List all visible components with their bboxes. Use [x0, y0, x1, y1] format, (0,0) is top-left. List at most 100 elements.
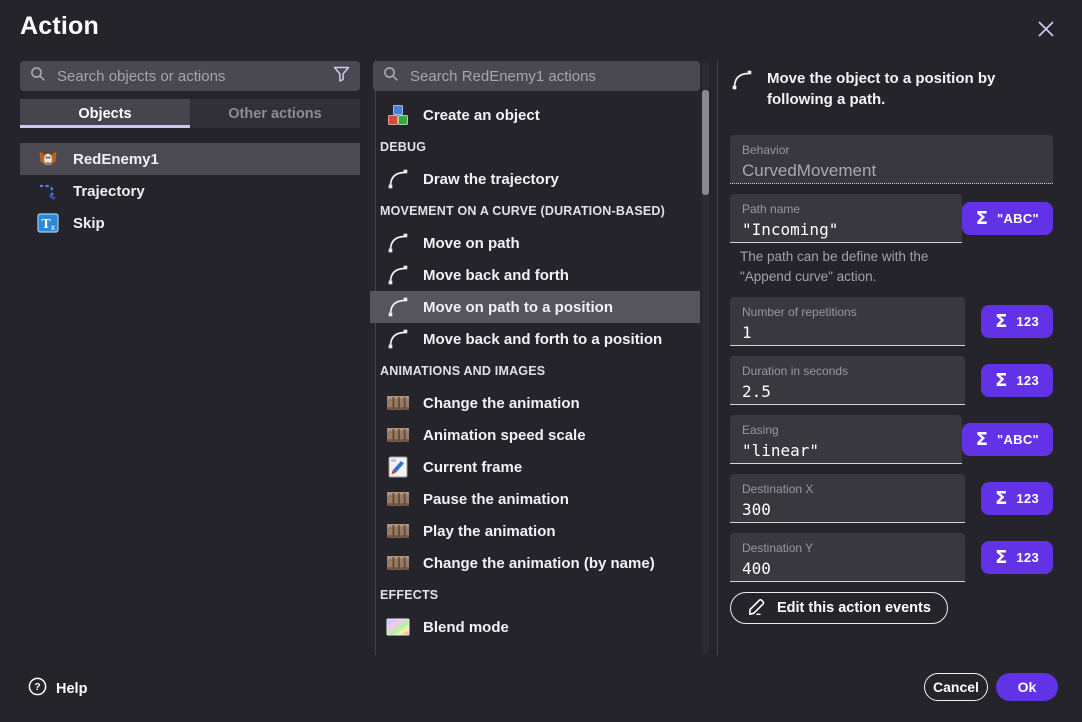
trajectory-curve-icon [36, 179, 60, 203]
frame-editor-icon [386, 455, 410, 479]
field-value[interactable]: 400 [742, 559, 953, 578]
object-row-skip[interactable]: Tx Skip [20, 207, 360, 239]
film-strip-icon [386, 391, 410, 415]
action-label: Change the animation [423, 395, 580, 412]
object-row-trajectory[interactable]: Trajectory [20, 175, 360, 207]
svg-text:?: ? [34, 681, 40, 693]
action-row[interactable]: Create an object [370, 99, 700, 131]
field-row-destination-x: Destination X 300 Σ123 [730, 474, 1053, 523]
expression-builder-button-path-name[interactable]: Σ "ABC" [962, 202, 1053, 235]
page-title: Action [20, 12, 99, 41]
field-value[interactable]: "Incoming" [742, 220, 950, 239]
action-row[interactable]: Move on path [370, 227, 700, 259]
field-duration[interactable]: Duration in seconds 2.5 [730, 356, 965, 405]
expression-builder-button-easing[interactable]: Σ "ABC" [962, 423, 1053, 456]
object-tabs: ObjectsOther actions [20, 99, 360, 128]
actions-list: Create an objectDEBUGDraw the trajectory… [370, 99, 700, 643]
help-button[interactable]: ? Help [28, 677, 87, 700]
close-button[interactable] [1033, 17, 1059, 43]
action-row[interactable]: Change the animation (by name) [370, 547, 700, 579]
expression-type-label: 123 [1016, 373, 1039, 388]
action-row[interactable]: Pause the animation [370, 483, 700, 515]
section-header: DEBUG [370, 131, 700, 163]
film-strip-icon [386, 487, 410, 511]
expression-type-label: 123 [1016, 491, 1039, 506]
field-helper-text: The path can be define with the"Append c… [740, 247, 1053, 287]
actions-search-input[interactable] [408, 67, 690, 86]
sigma-icon: Σ [976, 210, 988, 228]
tab-objects[interactable]: Objects [20, 99, 190, 128]
field-value[interactable]: 300 [742, 500, 953, 519]
expression-builder-button-repetitions[interactable]: Σ123 [981, 305, 1053, 338]
film-strip-icon [386, 423, 410, 447]
field-label: Duration in seconds [742, 364, 953, 378]
field-row-duration: Duration in seconds 2.5 Σ123 [730, 356, 1053, 405]
action-label: Current frame [423, 459, 522, 476]
parameter-fields: Behavior CurvedMovement Path name "Incoming… [730, 135, 1053, 624]
action-label: Animation speed scale [423, 427, 586, 444]
field-label: Destination Y [742, 541, 953, 555]
object-label: Trajectory [73, 183, 145, 200]
close-icon [1036, 19, 1056, 42]
field-destination-y[interactable]: Destination Y 400 [730, 533, 965, 582]
search-icon [30, 66, 46, 87]
expression-builder-button-duration[interactable]: Σ123 [981, 364, 1053, 397]
search-icon [383, 66, 399, 87]
expression-builder-button-destination-y[interactable]: Σ123 [981, 541, 1053, 574]
field-path-name[interactable]: Path name "Incoming" [730, 194, 962, 243]
svg-text:x: x [51, 223, 56, 232]
objects-search-input[interactable] [55, 67, 324, 86]
action-label: Move back and forth [423, 267, 569, 284]
action-row[interactable]: Current frame [370, 451, 700, 483]
helper-line: The path can be define with the [740, 247, 1053, 267]
field-label: Path name [742, 202, 950, 216]
filter-icon[interactable] [333, 66, 350, 87]
expression-type-label: "ABC" [997, 432, 1039, 447]
action-dialog: Action ObjectsOther actions RedEnemy1 Tra… [0, 0, 1082, 722]
tab-other-actions[interactable]: Other actions [190, 99, 360, 128]
expression-type-label: "ABC" [997, 211, 1039, 226]
bezier-curve-icon [386, 231, 410, 255]
action-row[interactable]: Move on path to a position [370, 291, 700, 323]
action-row[interactable]: Play the animation [370, 515, 700, 547]
cancel-button[interactable]: Cancel [924, 673, 988, 701]
ok-button[interactable]: Ok [996, 673, 1058, 701]
expression-type-label: 123 [1016, 314, 1039, 329]
field-repetitions[interactable]: Number of repetitions1 [730, 297, 965, 346]
objects-search-box[interactable] [20, 61, 360, 91]
object-row-redenemy1[interactable]: RedEnemy1 [20, 143, 360, 175]
action-row[interactable]: Blend mode [370, 611, 700, 643]
field-value[interactable]: 2.5 [742, 382, 953, 401]
text-object-icon: Tx [36, 211, 60, 235]
action-row[interactable]: Animation speed scale [370, 419, 700, 451]
action-label: Pause the animation [423, 491, 569, 508]
actions-search-box[interactable] [373, 61, 700, 91]
action-label: Move on path to a position [423, 299, 613, 316]
expression-type-label: 123 [1016, 550, 1039, 565]
object-label: RedEnemy1 [73, 151, 159, 168]
field-easing[interactable]: Easing"linear" [730, 415, 962, 464]
scrollbar-thumb[interactable] [702, 90, 709, 195]
object-label: Skip [73, 215, 105, 232]
action-label: Play the animation [423, 523, 556, 540]
action-row[interactable]: Change the animation [370, 387, 700, 419]
bezier-curve-icon [386, 263, 410, 287]
action-label: Move back and forth to a position [423, 331, 662, 348]
help-label: Help [56, 681, 87, 697]
field-label: Behavior [742, 143, 1041, 157]
action-row[interactable]: Move back and forth [370, 259, 700, 291]
action-row[interactable]: Move back and forth to a position [370, 323, 700, 355]
field-label: Destination X [742, 482, 953, 496]
expression-builder-button-destination-x[interactable]: Σ123 [981, 482, 1053, 515]
bezier-curve-icon [386, 327, 410, 351]
action-description: Move the object to a position by followi… [730, 68, 1056, 110]
field-value: CurvedMovement [742, 161, 1041, 180]
field-row-path-name: Path name "Incoming" Σ "ABC" [730, 194, 1053, 243]
edit-action-events-button[interactable]: Edit this action events [730, 592, 948, 624]
field-destination-x[interactable]: Destination X 300 [730, 474, 965, 523]
sigma-icon: Σ [976, 431, 988, 449]
field-value[interactable]: "linear" [742, 441, 950, 460]
cubes-icon [386, 103, 410, 127]
field-value[interactable]: 1 [742, 323, 953, 342]
action-row[interactable]: Draw the trajectory [370, 163, 700, 195]
